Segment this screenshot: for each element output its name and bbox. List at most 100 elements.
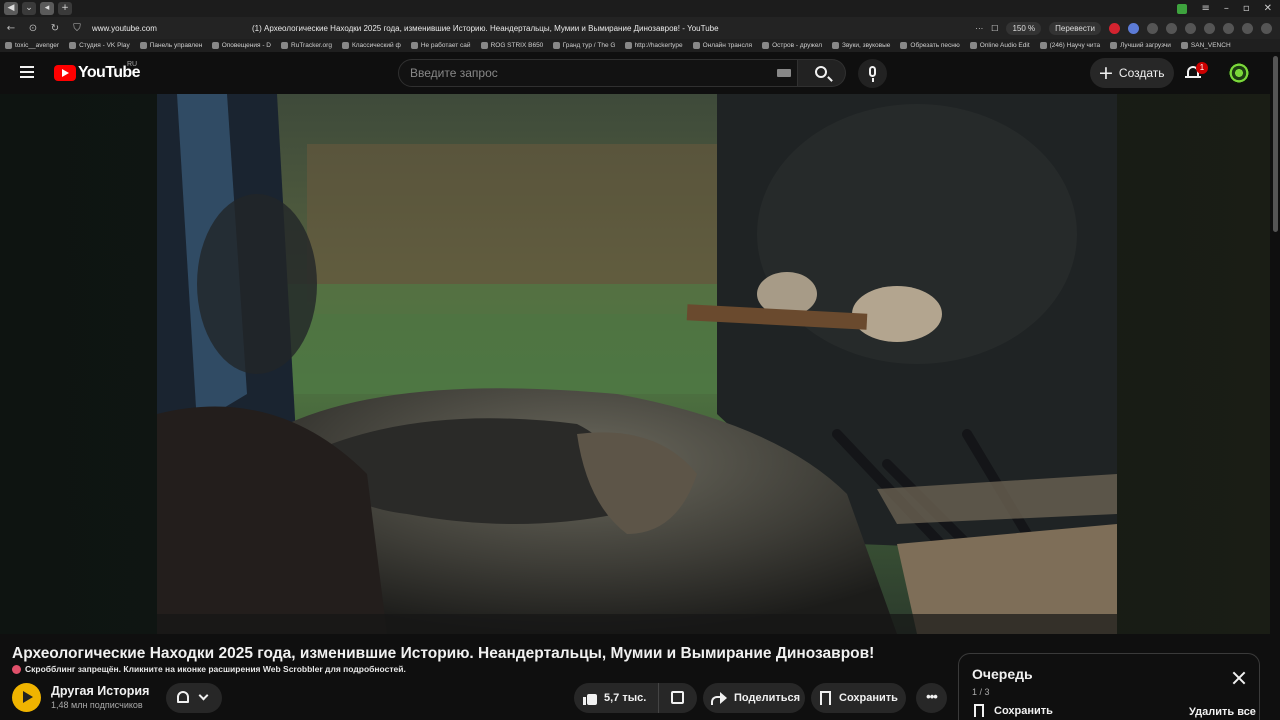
adblock-extension-icon[interactable]	[1109, 22, 1120, 34]
extension-icon[interactable]	[1147, 22, 1158, 34]
address-bar-actions: ··· ☐ 150 % Перевести	[975, 17, 1280, 39]
favicon-icon	[1110, 42, 1118, 49]
menu-hamburger-icon[interactable]	[20, 66, 34, 78]
back-arrow-icon[interactable]: ←	[0, 23, 22, 34]
bookmark-item[interactable]: Панель управлен	[135, 42, 207, 49]
favicon-icon	[1180, 42, 1188, 49]
bookmark-item[interactable]: Лучший загрузчи	[1105, 42, 1176, 49]
search-icon	[815, 66, 827, 78]
forward-icon[interactable]: ⊙	[22, 23, 44, 34]
chevron-down-icon	[198, 690, 209, 701]
save-button[interactable]: Сохранить	[811, 683, 906, 713]
bookmark-item[interactable]: Студия - VK Play	[64, 42, 135, 49]
bookmark-item[interactable]: Гранд тур / The G	[548, 42, 620, 49]
favicon-icon	[5, 42, 12, 49]
security-icon[interactable]: ⛉	[66, 23, 88, 34]
more-dots-icon[interactable]: ···	[975, 24, 983, 33]
tab-list-chevron-icon[interactable]: ⌄	[22, 2, 36, 15]
favicon-icon	[900, 42, 908, 49]
thumbs-up-icon	[583, 691, 597, 705]
queue-position: 1 / 3	[972, 687, 990, 697]
audio-tab-icon[interactable]: ◀	[4, 2, 18, 15]
subscription-notifications-button[interactable]	[166, 683, 222, 713]
video-player[interactable]	[157, 94, 1117, 634]
favicon-icon	[832, 42, 840, 49]
bookmark-item[interactable]: http://hackertype	[620, 42, 688, 49]
bookmark-item[interactable]: ROG STRIX B650	[476, 42, 548, 49]
user-avatar[interactable]	[1228, 62, 1250, 84]
close-icon[interactable]	[1231, 670, 1247, 686]
like-button[interactable]: 5,7 тыс.	[574, 683, 659, 713]
restore-button[interactable]: ▫	[1243, 3, 1250, 14]
favicon-icon	[69, 42, 77, 49]
share-button[interactable]: Поделиться	[703, 683, 805, 713]
bookmark-item[interactable]: SAN_VENCH	[1176, 42, 1236, 49]
bookmark-item[interactable]: Не работает сай	[406, 42, 476, 49]
bookmark-star-icon[interactable]: ☐	[991, 24, 998, 33]
favicon-icon	[410, 42, 418, 49]
bookmark-item[interactable]: RuTracker.org	[276, 42, 337, 49]
dislike-button[interactable]	[659, 683, 697, 713]
extension-icon[interactable]	[1185, 22, 1196, 34]
puzzle-extensions-icon[interactable]	[1242, 22, 1253, 34]
favicon-icon	[139, 42, 147, 49]
favicon-icon	[211, 42, 219, 49]
channel-avatar[interactable]	[12, 683, 41, 712]
queue-save-label: Сохранить	[994, 704, 1053, 717]
extension-icon[interactable]	[1128, 22, 1139, 34]
bookmark-item[interactable]: Оповещения - D	[207, 42, 276, 49]
reload-icon[interactable]: ↻	[44, 23, 66, 34]
queue-clear-button[interactable]: Удалить все	[1189, 706, 1256, 718]
favicon-icon	[281, 42, 289, 49]
extension-icon[interactable]	[1177, 3, 1188, 14]
close-window-button[interactable]: ✕	[1264, 3, 1272, 14]
scrollbar-thumb[interactable]	[1273, 56, 1278, 232]
bookmark-item[interactable]: Онлайн трансля	[688, 42, 757, 49]
video-frame	[157, 94, 1117, 634]
bookmark-item[interactable]: Остров - дружел	[757, 42, 827, 49]
window-controls: ≡ – ▫ ✕	[1177, 0, 1272, 17]
queue-title: Очередь	[972, 666, 1033, 682]
new-tab-button[interactable]: +	[58, 2, 72, 15]
bookmark-item[interactable]: toxic__avenger	[0, 42, 64, 49]
share-icon	[711, 692, 727, 705]
minimize-button[interactable]: –	[1224, 3, 1229, 14]
extension-icon[interactable]	[1204, 22, 1215, 34]
favicon-icon	[480, 42, 488, 49]
create-button[interactable]: + Создать	[1090, 58, 1174, 88]
search-button[interactable]	[798, 59, 846, 87]
search-input[interactable]	[410, 66, 770, 80]
bookmark-item[interactable]: Звуки, звуковые	[827, 42, 895, 49]
notification-badge: 1	[1196, 62, 1208, 74]
shield-extension-icon[interactable]	[1166, 22, 1177, 34]
bookmark-item[interactable]: Обрезать песню	[895, 42, 964, 49]
bookmark-item[interactable]: Online Audio Edit	[965, 42, 1035, 49]
voice-search-button[interactable]	[858, 59, 887, 88]
youtube-play-logo-icon	[54, 65, 76, 81]
translate-button[interactable]: Перевести	[1049, 21, 1101, 35]
back-tab-icon[interactable]: ◂	[40, 2, 54, 15]
channel-name[interactable]: Другая История	[51, 684, 149, 698]
search-box	[398, 59, 798, 87]
favicon-icon	[624, 42, 632, 49]
menu-icon[interactable]: ≡	[1201, 3, 1209, 14]
zoom-indicator[interactable]: 150 %	[1006, 21, 1042, 35]
bookmark-item[interactable]: Классический ф	[337, 42, 406, 49]
browser-tabstrip: ◀ ⌄ ◂ + ≡ – ▫ ✕	[0, 0, 1280, 17]
region-code: RU	[127, 61, 138, 68]
bookmark-item[interactable]: (246) Научу чита	[1035, 42, 1105, 49]
web-scrobbler-icon	[12, 664, 21, 674]
create-label: Создать	[1118, 66, 1165, 80]
queue-save-button[interactable]: Сохранить	[974, 704, 1053, 717]
plus-icon: +	[1098, 62, 1114, 84]
microphone-icon	[869, 66, 876, 77]
bookmark-icon	[820, 691, 831, 705]
url-field[interactable]: www.youtube.com	[92, 24, 252, 33]
address-bar: ← ⊙ ↻ ⛉ www.youtube.com (1) Археологичес…	[0, 17, 1280, 39]
youtube-header: YouTube RU + Создать	[0, 52, 1270, 94]
more-actions-button[interactable]: •••	[916, 683, 947, 713]
extension-icon[interactable]	[1223, 22, 1234, 34]
download-icon[interactable]	[1261, 22, 1272, 34]
like-dislike-group: 5,7 тыс.	[574, 683, 697, 713]
keyboard-icon[interactable]	[777, 69, 791, 77]
